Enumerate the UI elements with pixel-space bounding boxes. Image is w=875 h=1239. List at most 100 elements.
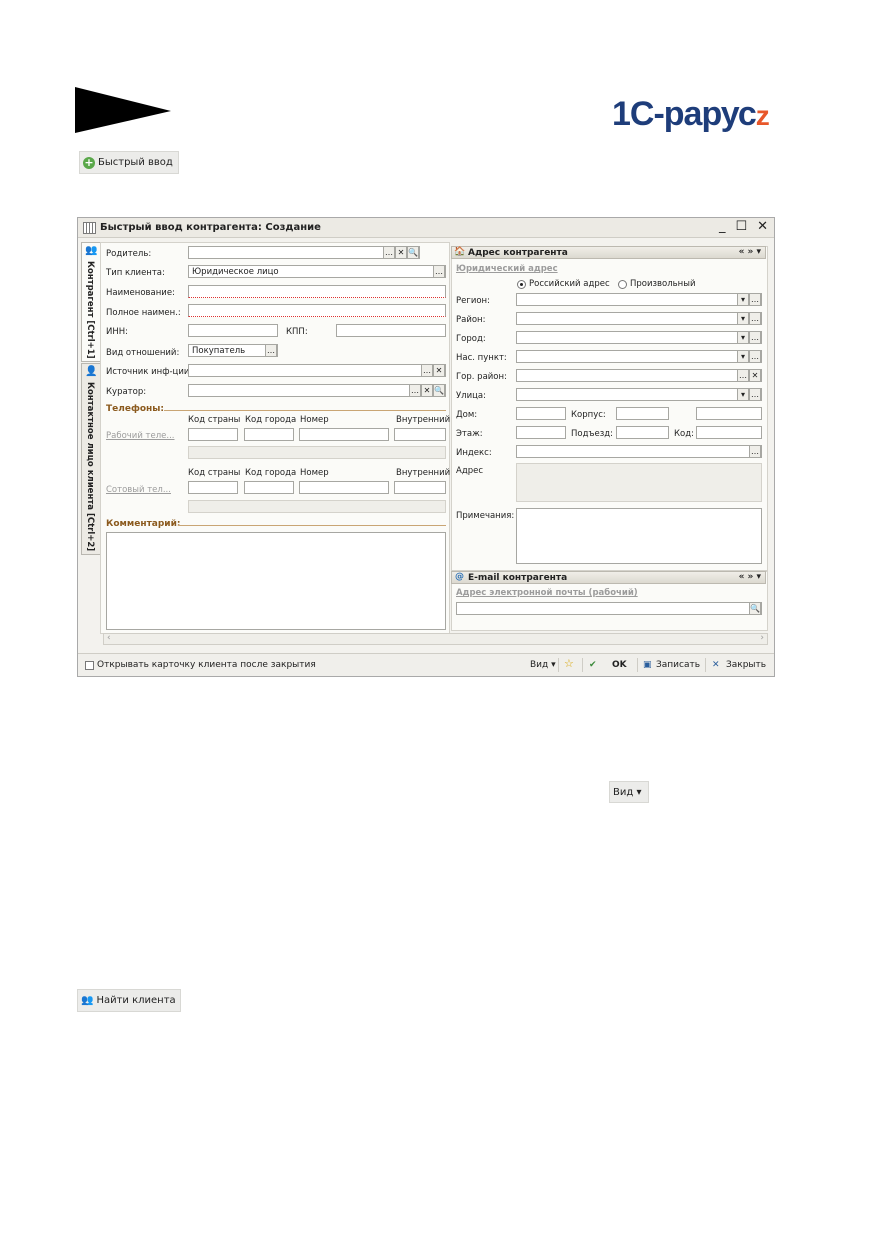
search-icon[interactable]: 🔍 — [407, 246, 419, 259]
open-card-checkbox[interactable] — [85, 661, 94, 670]
select-button[interactable]: … — [749, 350, 761, 363]
work-phone-link[interactable]: Рабочий теле... — [106, 431, 175, 441]
save-disk-icon: ▣ — [643, 660, 652, 670]
district-label: Район: — [456, 315, 486, 325]
region-field[interactable]: ▾ … — [516, 293, 762, 306]
house-label: Дом: — [456, 410, 478, 420]
select-button[interactable]: … — [749, 312, 761, 325]
settlement-field[interactable]: ▾ … — [516, 350, 762, 363]
name-field[interactable] — [188, 285, 446, 298]
curator-field[interactable]: … ✕ 🔍 — [188, 384, 446, 397]
city-district-field[interactable]: … ✕ — [516, 369, 762, 382]
search-icon[interactable]: 🔍 — [749, 602, 761, 615]
email-label-link[interactable]: Адрес электронной почты (рабочий) — [456, 588, 638, 598]
code-field[interactable] — [696, 426, 762, 439]
select-button[interactable]: … — [749, 331, 761, 344]
clear-icon[interactable]: ✕ — [395, 246, 407, 259]
quick-entry-window: Быстрый ввод контрагента: Создание _ ☐ ✕… — [77, 217, 775, 677]
logo-1c-rarus: 1С-рарусz — [612, 95, 770, 133]
mobile-phone-presentation — [188, 500, 446, 513]
arrow-marker-icon — [75, 87, 171, 133]
comment-textarea[interactable] — [106, 532, 446, 630]
dropdown-icon[interactable]: ▾ — [737, 312, 749, 325]
panel-nav-buttons[interactable]: « » ▾ — [739, 247, 761, 257]
favorites-star-icon[interactable]: ☆ — [564, 657, 574, 670]
select-button[interactable]: … — [749, 388, 761, 401]
mobile-city-code-field[interactable] — [244, 481, 294, 494]
district-field[interactable]: ▾ … — [516, 312, 762, 325]
work-number-field[interactable] — [299, 428, 389, 441]
find-client-button[interactable]: 👥 Найти клиента — [77, 989, 181, 1012]
entrance-field[interactable] — [616, 426, 669, 439]
dropdown-icon[interactable]: ▾ — [737, 388, 749, 401]
people-icon: 👥 — [85, 245, 98, 256]
work-phone-presentation — [188, 446, 446, 459]
notes-textarea[interactable] — [516, 508, 762, 564]
select-button[interactable]: … — [383, 246, 395, 259]
source-field[interactable]: … ✕ — [188, 364, 446, 377]
building-field[interactable] — [616, 407, 669, 420]
clear-icon[interactable]: ✕ — [433, 364, 445, 377]
select-button[interactable]: … — [409, 384, 421, 397]
tab-contact-person[interactable]: 👤 Контактное лицо клиента [Ctrl+2] — [81, 363, 101, 555]
panel-nav-buttons[interactable]: « » ▾ — [739, 572, 761, 582]
select-button[interactable]: … — [433, 265, 445, 278]
clear-icon[interactable]: ✕ — [749, 369, 761, 382]
select-button[interactable]: … — [749, 293, 761, 306]
city-field[interactable]: ▾ … — [516, 331, 762, 344]
client-type-field[interactable]: Юридическое лицо … — [188, 265, 446, 278]
notes-label: Примечания: — [456, 511, 515, 521]
work-country-code-field[interactable] — [188, 428, 238, 441]
name-label: Наименование: — [106, 288, 175, 298]
ok-button[interactable]: OK — [612, 660, 627, 670]
dropdown-icon[interactable]: ▾ — [737, 350, 749, 363]
select-button[interactable]: … — [421, 364, 433, 377]
clear-icon[interactable]: ✕ — [421, 384, 433, 397]
kpp-field[interactable] — [336, 324, 446, 337]
inn-field[interactable] — [188, 324, 278, 337]
entrance-label: Подъезд: — [571, 429, 613, 439]
horizontal-scrollbar[interactable]: ‹ › — [103, 633, 768, 645]
scroll-right-icon[interactable]: › — [760, 633, 764, 643]
select-button[interactable]: … — [737, 369, 749, 382]
street-field[interactable]: ▾ … — [516, 388, 762, 401]
close-window-button[interactable]: ✕ — [757, 219, 768, 234]
view-menu-button[interactable]: Вид ▾ — [530, 660, 556, 670]
index-label: Индекс: — [456, 448, 492, 458]
parent-field[interactable]: … ✕ 🔍 — [188, 246, 420, 259]
email-field[interactable]: 🔍 — [456, 602, 762, 615]
index-field[interactable]: … — [516, 445, 762, 458]
dropdown-icon[interactable]: ▾ — [737, 293, 749, 306]
search-icon[interactable]: 🔍 — [433, 384, 445, 397]
settlement-label: Нас. пункт: — [456, 353, 507, 363]
radio-custom-address[interactable] — [618, 280, 627, 289]
close-button[interactable]: Закрыть — [726, 660, 766, 670]
select-button[interactable]: … — [749, 445, 761, 458]
relation-field[interactable]: Покупатель … — [188, 344, 278, 357]
quick-entry-button[interactable]: + Быстрый ввод — [79, 151, 179, 174]
mobile-country-code-field[interactable] — [188, 481, 238, 494]
minimize-button[interactable]: _ — [719, 219, 726, 234]
tab-counterparty[interactable]: 👥 Контрагент [Ctrl+1] — [81, 242, 100, 362]
radio-russian-address[interactable] — [517, 280, 526, 289]
address-panel-header: 🏠 Адрес контрагента « » ▾ — [451, 246, 766, 259]
work-city-code-field[interactable] — [244, 428, 294, 441]
full-name-field[interactable] — [188, 304, 446, 317]
house-field[interactable] — [516, 407, 566, 420]
window-titlebar: Быстрый ввод контрагента: Создание _ ☐ ✕ — [78, 218, 774, 238]
maximize-button[interactable]: ☐ — [735, 219, 747, 234]
dropdown-icon[interactable]: ▾ — [737, 331, 749, 344]
save-button[interactable]: Записать — [656, 660, 700, 670]
work-ext-field[interactable] — [394, 428, 446, 441]
mobile-ext-field[interactable] — [394, 481, 446, 494]
inn-label: ИНН: — [106, 327, 129, 337]
select-button[interactable]: … — [265, 344, 277, 357]
client-type-label: Тип клиента: — [106, 268, 165, 278]
floor-field[interactable] — [516, 426, 566, 439]
building-extra-field[interactable] — [696, 407, 762, 420]
scroll-left-icon[interactable]: ‹ — [107, 633, 111, 643]
view-button[interactable]: Вид ▾ — [609, 781, 649, 803]
mobile-phone-link[interactable]: Сотовый тел... — [106, 485, 171, 495]
mobile-number-field[interactable] — [299, 481, 389, 494]
legal-address-link[interactable]: Юридический адрес — [456, 264, 558, 274]
